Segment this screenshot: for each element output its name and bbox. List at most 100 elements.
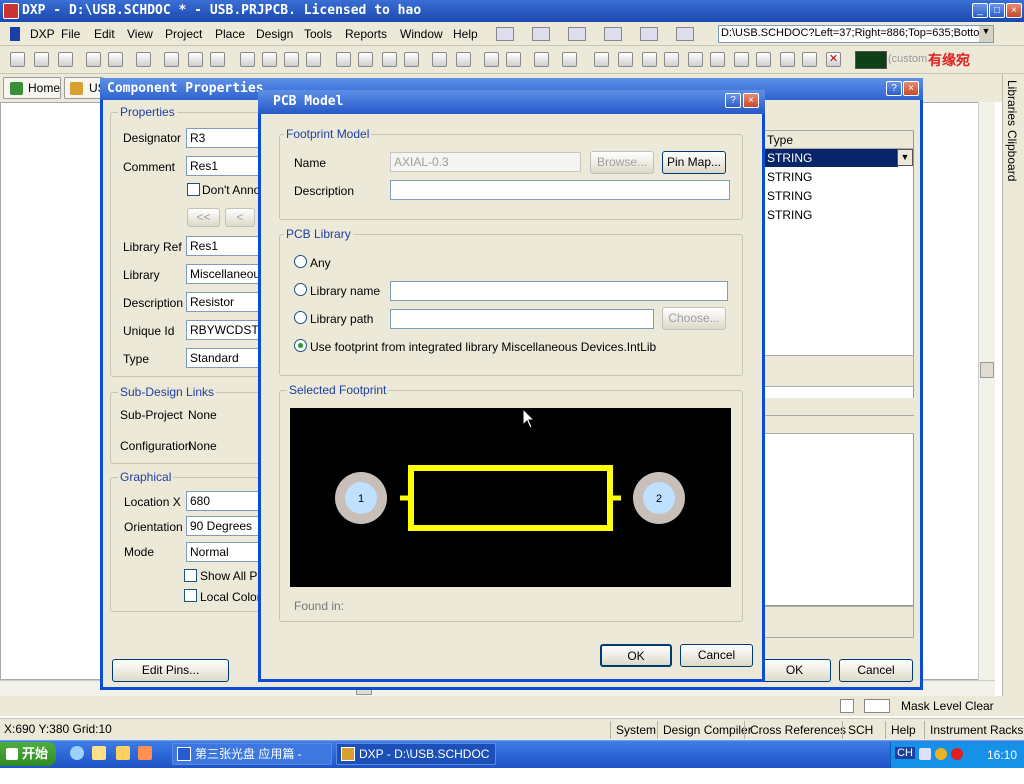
print-preview-icon[interactable] bbox=[108, 52, 123, 67]
open-file-icon[interactable] bbox=[34, 52, 49, 67]
menu-place[interactable]: Place bbox=[215, 27, 245, 41]
hierarchy-icon[interactable] bbox=[484, 52, 499, 67]
new-file-icon[interactable] bbox=[10, 52, 25, 67]
pcb-ok-button[interactable]: OK bbox=[600, 644, 672, 667]
clear-button[interactable]: Clear bbox=[965, 699, 994, 713]
undo-icon[interactable] bbox=[432, 52, 447, 67]
library-path-field[interactable] bbox=[390, 309, 654, 329]
type-column-header[interactable]: Type bbox=[765, 131, 913, 149]
description-field[interactable] bbox=[390, 180, 730, 200]
menu-view[interactable]: View bbox=[127, 27, 153, 41]
chevron-down-icon[interactable]: ▼ bbox=[897, 149, 913, 166]
help-button[interactable]: Help bbox=[885, 721, 916, 739]
tray-security-icon[interactable] bbox=[951, 748, 963, 760]
minimize-button[interactable]: _ bbox=[972, 3, 988, 18]
menu-file[interactable]: File bbox=[61, 27, 80, 41]
library-name-field[interactable] bbox=[390, 281, 728, 301]
explorer-icon[interactable] bbox=[92, 746, 106, 760]
bus-tool-icon[interactable] bbox=[532, 27, 550, 41]
library-path-radio[interactable] bbox=[294, 311, 307, 324]
choose-button[interactable]: Choose... bbox=[662, 307, 726, 330]
no-erc-icon[interactable]: ✕ bbox=[826, 52, 841, 67]
menu-window[interactable]: Window bbox=[400, 27, 443, 41]
color-swatch[interactable] bbox=[855, 51, 887, 69]
print-icon[interactable] bbox=[86, 52, 101, 67]
comment-field[interactable]: Res1 bbox=[186, 156, 260, 176]
gnd-port-icon[interactable] bbox=[688, 52, 703, 67]
save-icon[interactable] bbox=[58, 52, 73, 67]
mask-level-button[interactable]: Mask Level bbox=[901, 699, 962, 713]
type-combo[interactable]: Standard bbox=[186, 348, 260, 368]
close-window-button[interactable]: × bbox=[1006, 3, 1022, 18]
maximize-button[interactable]: □ bbox=[989, 3, 1005, 18]
cp-cancel-button[interactable]: Cancel bbox=[839, 659, 913, 682]
footprint-name-field[interactable]: AXIAL-0.3 bbox=[390, 152, 581, 172]
task-dxp[interactable]: DXP - D:\USB.SCHDOC * ... bbox=[336, 743, 496, 781]
select-area-icon[interactable] bbox=[336, 52, 351, 67]
browse-button[interactable]: Browse... bbox=[590, 151, 654, 174]
zoom-selected-icon[interactable] bbox=[210, 52, 225, 67]
tray-network-icon[interactable] bbox=[935, 748, 947, 760]
layers-icon[interactable] bbox=[136, 52, 151, 67]
power-tool-icon[interactable] bbox=[604, 27, 622, 41]
tray-app-icon[interactable] bbox=[919, 748, 931, 760]
design-compiler-button[interactable]: Design Compiler bbox=[657, 721, 752, 739]
cp-help-button[interactable]: ? bbox=[886, 81, 902, 96]
chevron-down-icon[interactable]: ▼ bbox=[979, 26, 993, 42]
edit-pins-button[interactable]: Edit Pins... bbox=[112, 659, 229, 682]
clipboard-tab[interactable]: Clipboard bbox=[1005, 130, 1019, 181]
cp-close-button[interactable]: × bbox=[903, 81, 919, 96]
vertical-scrollbar[interactable] bbox=[978, 102, 995, 680]
part-icon[interactable] bbox=[734, 52, 749, 67]
designator-field[interactable]: R3 bbox=[186, 128, 260, 148]
param-type-cell[interactable]: STRING bbox=[765, 168, 913, 186]
filter-icon[interactable] bbox=[864, 699, 890, 713]
zoom-icon[interactable] bbox=[164, 52, 179, 67]
sch-button[interactable]: SCH bbox=[842, 721, 873, 739]
pencil-icon[interactable] bbox=[840, 699, 854, 713]
crossprobe-icon[interactable] bbox=[506, 52, 521, 67]
part-tool-icon[interactable] bbox=[640, 27, 658, 41]
redo-icon[interactable] bbox=[456, 52, 471, 67]
bus-entry-icon[interactable] bbox=[642, 52, 657, 67]
menu-help[interactable]: Help bbox=[453, 27, 478, 41]
pin-map-button[interactable]: Pin Map... bbox=[662, 151, 726, 174]
orientation-combo[interactable]: 90 Degrees bbox=[186, 516, 260, 536]
library-ref-field[interactable]: Res1 bbox=[186, 236, 260, 256]
wire-icon[interactable] bbox=[594, 52, 609, 67]
vcc-port-icon[interactable] bbox=[710, 52, 725, 67]
library-field[interactable]: Miscellaneous bbox=[186, 264, 260, 284]
cp-ok-button[interactable]: OK bbox=[758, 659, 831, 682]
cut-icon[interactable] bbox=[240, 52, 255, 67]
menu-reports[interactable]: Reports bbox=[345, 27, 387, 41]
ground-tool-icon[interactable] bbox=[568, 27, 586, 41]
system-button[interactable]: System bbox=[610, 721, 656, 739]
first-part-button[interactable]: << bbox=[187, 208, 220, 227]
library-name-radio[interactable] bbox=[294, 283, 307, 296]
move-icon[interactable] bbox=[358, 52, 373, 67]
menu-dxp[interactable]: DXP bbox=[30, 27, 55, 41]
show-all-pins-checkbox[interactable] bbox=[184, 569, 197, 582]
tab-home[interactable]: Home bbox=[3, 77, 61, 99]
use-integrated-radio[interactable] bbox=[294, 339, 307, 352]
port-icon[interactable] bbox=[802, 52, 817, 67]
ie-icon[interactable] bbox=[70, 746, 84, 760]
param-type-cell[interactable]: STRING bbox=[765, 206, 913, 224]
help-icon[interactable] bbox=[562, 52, 577, 67]
menu-tools[interactable]: Tools bbox=[304, 27, 332, 41]
menu-edit[interactable]: Edit bbox=[94, 27, 115, 41]
pcb-cancel-button[interactable]: Cancel bbox=[680, 644, 753, 667]
vertical-scroll-thumb[interactable] bbox=[980, 362, 994, 378]
sheet-symbol-icon[interactable] bbox=[756, 52, 771, 67]
bus-icon[interactable] bbox=[618, 52, 633, 67]
media-icon[interactable] bbox=[138, 746, 152, 760]
rubber-stamp-icon[interactable] bbox=[306, 52, 321, 67]
zoom-area-icon[interactable] bbox=[188, 52, 203, 67]
sheet-entry-icon[interactable] bbox=[780, 52, 795, 67]
task-word-document[interactable]: 第三张光盘 应用篇 - Mic... bbox=[172, 743, 332, 781]
document-path-combo[interactable]: D:\USB.SCHDOC?Left=37;Right=886;Top=635;… bbox=[718, 25, 994, 43]
unique-id-field[interactable]: RBYWCDST bbox=[186, 320, 260, 340]
description-field[interactable]: Resistor bbox=[186, 292, 260, 312]
menu-project[interactable]: Project bbox=[165, 27, 202, 41]
cross-references-button[interactable]: Cross References bbox=[744, 721, 846, 739]
